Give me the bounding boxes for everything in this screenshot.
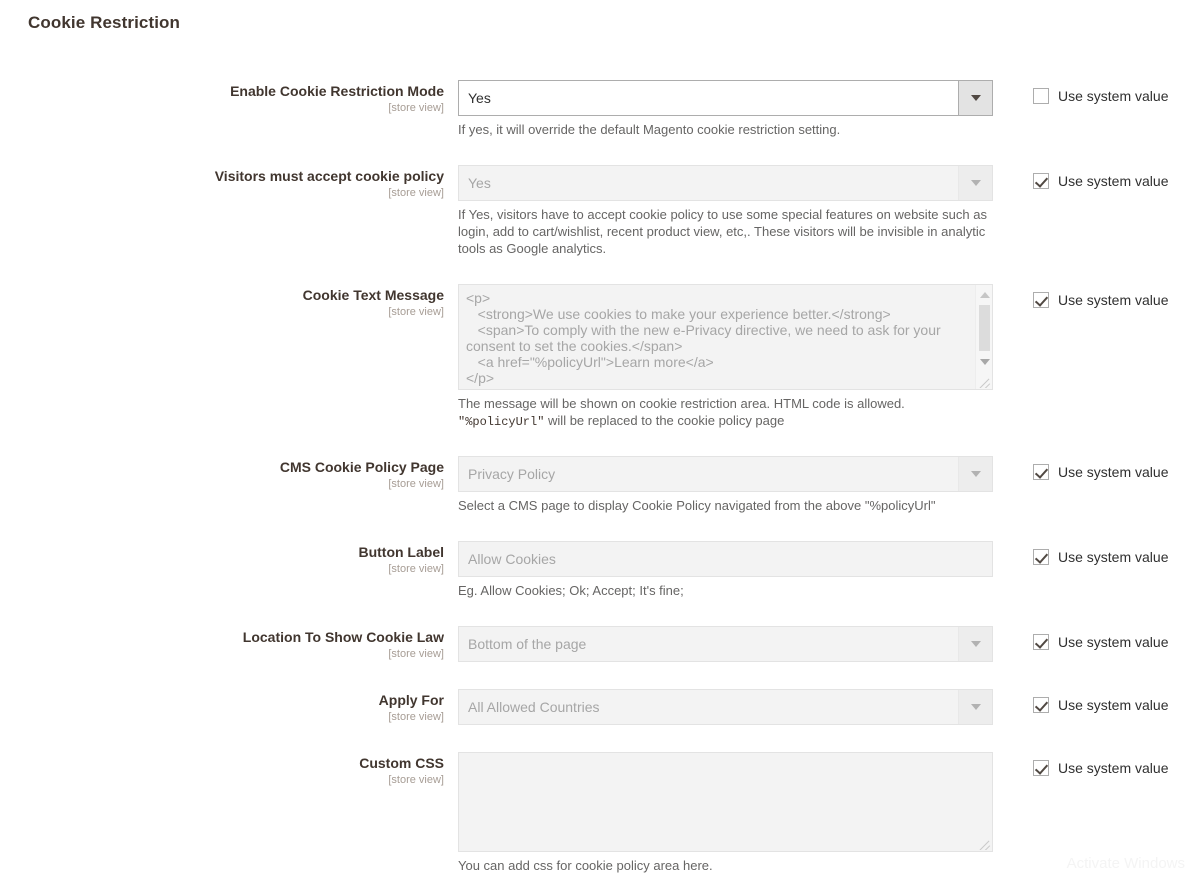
field-label-group: CMS Cookie Policy Page[store view] xyxy=(0,459,444,492)
field-value: Bottom of the page xyxy=(468,636,586,652)
use-system-value-checkbox[interactable] xyxy=(1033,760,1049,776)
cookie-restriction-config-page: Cookie Restriction Enable Cookie Restric… xyxy=(0,0,1193,874)
use-system-value-checkbox[interactable] xyxy=(1033,88,1049,104)
field-scope: [store view] xyxy=(0,477,444,492)
use-system-value-toggle[interactable]: Use system value xyxy=(1033,173,1168,189)
select-dropdown: Privacy Policy xyxy=(458,456,993,492)
chevron-down-icon xyxy=(958,166,992,200)
field-label: Visitors must accept cookie policy xyxy=(0,168,444,185)
field-value: Yes xyxy=(468,90,491,106)
field-label-group: Visitors must accept cookie policy[store… xyxy=(0,168,444,201)
use-system-value-toggle[interactable]: Use system value xyxy=(1033,760,1168,776)
field-control-group: Allow Cookies Eg. Allow Cookies; Ok; Acce… xyxy=(458,541,993,599)
chevron-down-icon xyxy=(958,690,992,724)
scroll-up-icon[interactable] xyxy=(976,287,993,302)
use-system-value-toggle[interactable]: Use system value xyxy=(1033,549,1168,565)
field-control-group: Yes If yes, it will override the default … xyxy=(458,80,993,138)
textarea-value: <p> <strong>We use cookies to make your … xyxy=(466,290,970,386)
field-scope: [store view] xyxy=(0,773,444,788)
field-control-group: Bottom of the page xyxy=(458,626,993,662)
select-dropdown: All Allowed Countries xyxy=(458,689,993,725)
select-dropdown: Bottom of the page xyxy=(458,626,993,662)
field-value: Yes xyxy=(468,175,491,191)
page-title: Cookie Restriction xyxy=(28,13,180,33)
field-label-group: Apply For[store view] xyxy=(0,692,444,725)
textarea-cookie-text-message[interactable]: <p> <strong>We use cookies to make your … xyxy=(458,284,993,390)
field-help-text: If Yes, visitors have to accept cookie p… xyxy=(458,206,993,257)
use-system-value-checkbox[interactable] xyxy=(1033,634,1049,650)
use-system-value-label: Use system value xyxy=(1058,173,1168,189)
scrollbar-thumb[interactable] xyxy=(979,305,990,351)
field-label-group: Location To Show Cookie Law[store view] xyxy=(0,629,444,662)
field-label: Button Label xyxy=(0,544,444,561)
field-scope: [store view] xyxy=(0,710,444,725)
field-label-group: Cookie Text Message[store view] xyxy=(0,287,444,320)
field-label: CMS Cookie Policy Page xyxy=(0,459,444,476)
select-dropdown[interactable]: Yes xyxy=(458,80,993,116)
use-system-value-checkbox[interactable] xyxy=(1033,173,1049,189)
use-system-value-checkbox[interactable] xyxy=(1033,697,1049,713)
use-system-value-checkbox[interactable] xyxy=(1033,549,1049,565)
scroll-down-icon[interactable] xyxy=(976,354,993,369)
field-help-text: Select a CMS page to display Cookie Poli… xyxy=(458,497,993,514)
field-label: Apply For xyxy=(0,692,444,709)
field-label-group: Custom CSS[store view] xyxy=(0,755,444,788)
use-system-value-toggle[interactable]: Use system value xyxy=(1033,88,1168,104)
field-scope: [store view] xyxy=(0,562,444,577)
field-value: Allow Cookies xyxy=(468,551,556,567)
field-control-group: All Allowed Countries xyxy=(458,689,993,725)
field-control-group: You can add css for cookie policy area h… xyxy=(458,752,993,874)
textarea-custom-css[interactable] xyxy=(458,752,993,852)
use-system-value-label: Use system value xyxy=(1058,634,1168,650)
field-help-text: The message will be shown on cookie rest… xyxy=(458,395,993,431)
text-input: Allow Cookies xyxy=(458,541,993,577)
use-system-value-toggle[interactable]: Use system value xyxy=(1033,464,1168,480)
use-system-value-toggle[interactable]: Use system value xyxy=(1033,292,1168,308)
resize-handle-icon[interactable] xyxy=(976,373,991,388)
field-label-group: Button Label[store view] xyxy=(0,544,444,577)
use-system-value-checkbox[interactable] xyxy=(1033,292,1049,308)
use-system-value-label: Use system value xyxy=(1058,549,1168,565)
field-label: Cookie Text Message xyxy=(0,287,444,304)
field-control-group: <p> <strong>We use cookies to make your … xyxy=(458,284,993,431)
field-scope: [store view] xyxy=(0,647,444,662)
field-scope: [store view] xyxy=(0,186,444,201)
use-system-value-label: Use system value xyxy=(1058,697,1168,713)
field-value: Privacy Policy xyxy=(468,466,555,482)
field-label: Enable Cookie Restriction Mode xyxy=(0,83,444,100)
use-system-value-label: Use system value xyxy=(1058,464,1168,480)
field-help-text: If yes, it will override the default Mag… xyxy=(458,121,993,138)
chevron-down-icon xyxy=(958,627,992,661)
help-code-snippet: "%policyUrl" xyxy=(458,415,544,429)
use-system-value-checkbox[interactable] xyxy=(1033,464,1049,480)
resize-handle-icon[interactable] xyxy=(976,835,991,850)
field-scope: [store view] xyxy=(0,101,444,116)
chevron-down-icon[interactable] xyxy=(958,81,992,115)
use-system-value-toggle[interactable]: Use system value xyxy=(1033,634,1168,650)
field-help-text: You can add css for cookie policy area h… xyxy=(458,857,993,874)
field-label: Location To Show Cookie Law xyxy=(0,629,444,646)
select-dropdown: Yes xyxy=(458,165,993,201)
use-system-value-label: Use system value xyxy=(1058,292,1168,308)
field-label: Custom CSS xyxy=(0,755,444,772)
use-system-value-label: Use system value xyxy=(1058,760,1168,776)
chevron-down-icon xyxy=(958,457,992,491)
use-system-value-toggle[interactable]: Use system value xyxy=(1033,697,1168,713)
windows-activation-watermark: Activate Windows xyxy=(1067,855,1185,872)
field-help-text: Eg. Allow Cookies; Ok; Accept; It's fine… xyxy=(458,582,993,599)
field-control-group: Privacy Policy Select a CMS page to displ… xyxy=(458,456,993,514)
field-control-group: Yes If Yes, visitors have to accept cooki… xyxy=(458,165,993,257)
field-value: All Allowed Countries xyxy=(468,699,600,715)
use-system-value-label: Use system value xyxy=(1058,88,1168,104)
field-label-group: Enable Cookie Restriction Mode[store vie… xyxy=(0,83,444,116)
field-scope: [store view] xyxy=(0,305,444,320)
